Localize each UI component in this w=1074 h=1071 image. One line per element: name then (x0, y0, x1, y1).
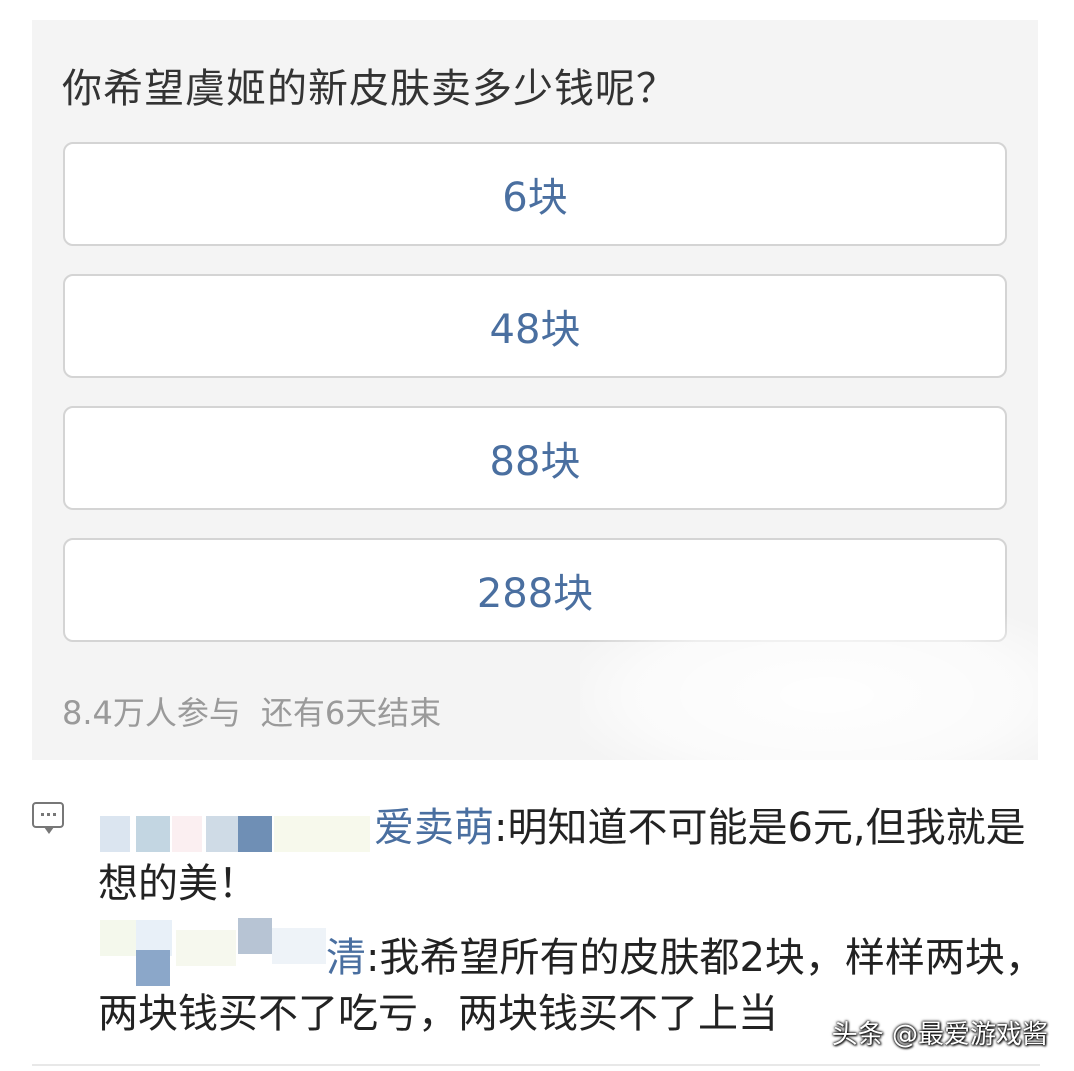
poll-option-label: 288块 (476, 571, 594, 617)
poll-option-label: 48块 (489, 307, 581, 353)
comment-1: 爱卖萌:明知道不可能是6元,但我就是想的美！ (98, 800, 1048, 912)
comment-bubble-icon (32, 802, 64, 834)
poll-option-4[interactable]: 288块 (63, 538, 1007, 642)
poll-option-1[interactable]: 6块 (63, 142, 1007, 246)
poll-option-label: 88块 (489, 439, 581, 485)
poll-card: 你希望虞姬的新皮肤卖多少钱呢？ 6块 48块 88块 288块 8.4万人参与还… (32, 20, 1038, 760)
comment-username[interactable]: 清 (326, 935, 366, 981)
poll-remaining: 还有6天结束 (260, 694, 442, 732)
poll-option-2[interactable]: 48块 (63, 274, 1007, 378)
divider (32, 1064, 1040, 1066)
watermark: 头条 @最爱游戏酱 (831, 1020, 1048, 1050)
poll-option-label: 6块 (502, 175, 568, 221)
poll-meta: 8.4万人参与 还有6天结束 (62, 688, 441, 734)
poll-option-3[interactable]: 88块 (63, 406, 1007, 510)
poll-question: 你希望虞姬的新皮肤卖多少钱呢？ (62, 66, 677, 112)
poll-participants: 8.4万人参与 (62, 694, 241, 732)
comment-text: :明知道不可能是6元,但我就是想的美！ (98, 805, 1026, 907)
comment-username[interactable]: 爱卖萌 (374, 805, 494, 851)
